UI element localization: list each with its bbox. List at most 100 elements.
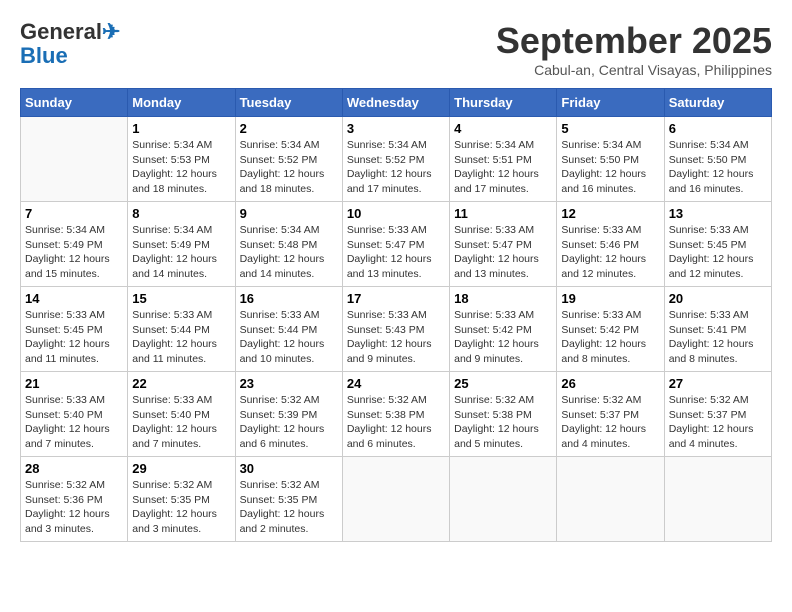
calendar-cell: 9Sunrise: 5:34 AM Sunset: 5:48 PM Daylig… xyxy=(235,202,342,287)
calendar-cell: 18 Sunrise: 5:33 AM Sunset: 5:42 PM Dayli… xyxy=(450,287,557,372)
day-info: Sunrise: 5:34 AM Sunset: 5:53 PM Dayligh… xyxy=(132,138,230,197)
calendar-cell: 2 Sunrise: 5:34 AM Sunset: 5:52 PM Daylig… xyxy=(235,117,342,202)
day-number: 22 xyxy=(132,376,230,391)
day-info: Sunrise: 5:33 AM Sunset: 5:42 PM Dayligh… xyxy=(561,308,659,367)
day-number: 26 xyxy=(561,376,659,391)
page-header: General✈ Blue September 2025 Cabul-an, C… xyxy=(20,20,772,78)
calendar-cell: 10Sunrise: 5:33 AM Sunset: 5:47 PM Dayli… xyxy=(342,202,449,287)
calendar-cell: 29 Sunrise: 5:32 AM Sunset: 5:35 PM Dayli… xyxy=(128,457,235,542)
day-info: Sunrise: 5:32 AM Sunset: 5:39 PM Dayligh… xyxy=(240,393,338,452)
day-info: Sunrise: 5:34 AM Sunset: 5:52 PM Dayligh… xyxy=(347,138,445,197)
col-header-monday: Monday xyxy=(128,89,235,117)
calendar-cell xyxy=(664,457,771,542)
day-number: 11 xyxy=(454,206,552,221)
location-title: Cabul-an, Central Visayas, Philippines xyxy=(496,62,772,78)
logo-icon: ✈ xyxy=(102,19,120,44)
day-info: Sunrise: 5:32 AM Sunset: 5:36 PM Dayligh… xyxy=(25,478,123,537)
day-info: Sunrise: 5:32 AM Sunset: 5:38 PM Dayligh… xyxy=(454,393,552,452)
calendar-cell: 21Sunrise: 5:33 AM Sunset: 5:40 PM Dayli… xyxy=(21,372,128,457)
month-title: September 2025 xyxy=(496,20,772,62)
day-number: 7 xyxy=(25,206,123,221)
calendar-cell xyxy=(557,457,664,542)
calendar-cell: 15 Sunrise: 5:33 AM Sunset: 5:44 PM Dayli… xyxy=(128,287,235,372)
day-number: 28 xyxy=(25,461,123,476)
day-info: Sunrise: 5:33 AM Sunset: 5:41 PM Dayligh… xyxy=(669,308,767,367)
day-number: 4 xyxy=(454,121,552,136)
calendar-cell: 26 Sunrise: 5:32 AM Sunset: 5:37 PM Dayli… xyxy=(557,372,664,457)
day-info: Sunrise: 5:32 AM Sunset: 5:35 PM Dayligh… xyxy=(132,478,230,537)
day-info: Sunrise: 5:33 AM Sunset: 5:43 PM Dayligh… xyxy=(347,308,445,367)
day-number: 14 xyxy=(25,291,123,306)
day-info: Sunrise: 5:33 AM Sunset: 5:45 PM Dayligh… xyxy=(669,223,767,282)
col-header-wednesday: Wednesday xyxy=(342,89,449,117)
calendar-cell: 28 Sunrise: 5:32 AM Sunset: 5:36 PM Dayli… xyxy=(21,457,128,542)
day-info: Sunrise: 5:32 AM Sunset: 5:35 PM Dayligh… xyxy=(240,478,338,537)
day-number: 21 xyxy=(25,376,123,391)
calendar-cell: 8Sunrise: 5:34 AM Sunset: 5:49 PM Daylig… xyxy=(128,202,235,287)
day-number: 24 xyxy=(347,376,445,391)
calendar-cell: 27 Sunrise: 5:32 AM Sunset: 5:37 PM Dayli… xyxy=(664,372,771,457)
day-number: 27 xyxy=(669,376,767,391)
day-info: Sunrise: 5:32 AM Sunset: 5:37 PM Dayligh… xyxy=(669,393,767,452)
day-number: 9 xyxy=(240,206,338,221)
col-header-sunday: Sunday xyxy=(21,89,128,117)
day-number: 15 xyxy=(132,291,230,306)
day-number: 23 xyxy=(240,376,338,391)
calendar-cell: 30 Sunrise: 5:32 AM Sunset: 5:35 PM Dayli… xyxy=(235,457,342,542)
day-info: Sunrise: 5:32 AM Sunset: 5:37 PM Dayligh… xyxy=(561,393,659,452)
calendar-cell: 3 Sunrise: 5:34 AM Sunset: 5:52 PM Daylig… xyxy=(342,117,449,202)
day-info: Sunrise: 5:34 AM Sunset: 5:51 PM Dayligh… xyxy=(454,138,552,197)
logo-blue-text: Blue xyxy=(20,43,68,68)
calendar-cell xyxy=(450,457,557,542)
day-info: Sunrise: 5:34 AM Sunset: 5:52 PM Dayligh… xyxy=(240,138,338,197)
calendar-cell: 12 Sunrise: 5:33 AM Sunset: 5:46 PM Dayli… xyxy=(557,202,664,287)
col-header-friday: Friday xyxy=(557,89,664,117)
week-row-2: 7 Sunrise: 5:34 AM Sunset: 5:49 PM Daylig… xyxy=(21,202,772,287)
day-info: Sunrise: 5:33 AM Sunset: 5:45 PM Dayligh… xyxy=(25,308,123,367)
calendar-cell: 25 Sunrise: 5:32 AM Sunset: 5:38 PM Dayli… xyxy=(450,372,557,457)
calendar-cell: 6Sunrise: 5:34 AM Sunset: 5:50 PM Daylig… xyxy=(664,117,771,202)
day-info: Sunrise: 5:33 AM Sunset: 5:44 PM Dayligh… xyxy=(240,308,338,367)
calendar-cell: 7Sunrise: 5:34 AM Sunset: 5:49 PM Daylig… xyxy=(21,202,128,287)
day-number: 12 xyxy=(561,206,659,221)
logo-general-text: General xyxy=(20,19,102,44)
title-block: September 2025 Cabul-an, Central Visayas… xyxy=(496,20,772,78)
calendar-cell: 13 Sunrise: 5:33 AM Sunset: 5:45 PM Dayli… xyxy=(664,202,771,287)
day-number: 2 xyxy=(240,121,338,136)
day-info: Sunrise: 5:32 AM Sunset: 5:38 PM Dayligh… xyxy=(347,393,445,452)
day-info: Sunrise: 5:33 AM Sunset: 5:46 PM Dayligh… xyxy=(561,223,659,282)
day-info: Sunrise: 5:33 AM Sunset: 5:47 PM Dayligh… xyxy=(454,223,552,282)
day-number: 3 xyxy=(347,121,445,136)
col-header-tuesday: Tuesday xyxy=(235,89,342,117)
day-number: 13 xyxy=(669,206,767,221)
day-info: Sunrise: 5:34 AM Sunset: 5:50 PM Dayligh… xyxy=(561,138,659,197)
day-info: Sunrise: 5:33 AM Sunset: 5:42 PM Dayligh… xyxy=(454,308,552,367)
week-row-1: 1Sunrise: 5:34 AM Sunset: 5:53 PM Daylig… xyxy=(21,117,772,202)
day-number: 25 xyxy=(454,376,552,391)
week-row-5: 28 Sunrise: 5:32 AM Sunset: 5:36 PM Dayli… xyxy=(21,457,772,542)
day-info: Sunrise: 5:34 AM Sunset: 5:50 PM Dayligh… xyxy=(669,138,767,197)
day-number: 30 xyxy=(240,461,338,476)
calendar-cell: 22 Sunrise: 5:33 AM Sunset: 5:40 PM Dayli… xyxy=(128,372,235,457)
calendar-cell: 5Sunrise: 5:34 AM Sunset: 5:50 PM Daylig… xyxy=(557,117,664,202)
day-number: 17 xyxy=(347,291,445,306)
day-info: Sunrise: 5:34 AM Sunset: 5:49 PM Dayligh… xyxy=(132,223,230,282)
col-header-saturday: Saturday xyxy=(664,89,771,117)
calendar-cell: 20Sunrise: 5:33 AM Sunset: 5:41 PM Dayli… xyxy=(664,287,771,372)
calendar-cell: 11 Sunrise: 5:33 AM Sunset: 5:47 PM Dayli… xyxy=(450,202,557,287)
calendar-header-row: SundayMondayTuesdayWednesdayThursdayFrid… xyxy=(21,89,772,117)
calendar-cell: 4 Sunrise: 5:34 AM Sunset: 5:51 PM Daylig… xyxy=(450,117,557,202)
calendar-cell: 23 Sunrise: 5:32 AM Sunset: 5:39 PM Dayli… xyxy=(235,372,342,457)
day-number: 29 xyxy=(132,461,230,476)
day-info: Sunrise: 5:33 AM Sunset: 5:44 PM Dayligh… xyxy=(132,308,230,367)
calendar-cell: 24 Sunrise: 5:32 AM Sunset: 5:38 PM Dayli… xyxy=(342,372,449,457)
day-info: Sunrise: 5:33 AM Sunset: 5:40 PM Dayligh… xyxy=(132,393,230,452)
col-header-thursday: Thursday xyxy=(450,89,557,117)
day-info: Sunrise: 5:33 AM Sunset: 5:47 PM Dayligh… xyxy=(347,223,445,282)
calendar-cell: 19Sunrise: 5:33 AM Sunset: 5:42 PM Dayli… xyxy=(557,287,664,372)
calendar-cell: 16 Sunrise: 5:33 AM Sunset: 5:44 PM Dayli… xyxy=(235,287,342,372)
day-number: 16 xyxy=(240,291,338,306)
day-number: 18 xyxy=(454,291,552,306)
calendar-cell: 14 Sunrise: 5:33 AM Sunset: 5:45 PM Dayli… xyxy=(21,287,128,372)
calendar-cell xyxy=(21,117,128,202)
